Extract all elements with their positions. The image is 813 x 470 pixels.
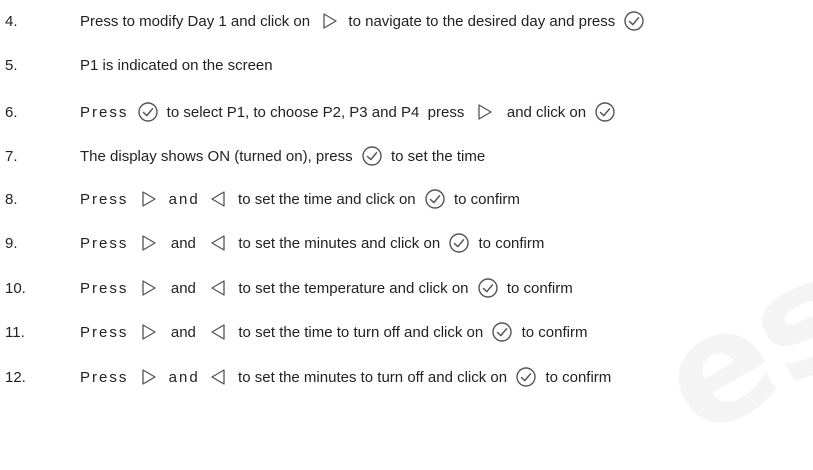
play-right-icon xyxy=(136,276,160,300)
step-number: 9. xyxy=(5,234,18,252)
step-text: Press and to set the minutes to turn off… xyxy=(80,365,611,389)
play-right-icon xyxy=(136,365,160,389)
checkmark-circle-icon xyxy=(447,231,471,255)
step-text-segment: and xyxy=(162,323,205,341)
step-text-segment: Press xyxy=(80,103,129,121)
checkmark-circle-icon xyxy=(360,144,384,168)
step-text-segment: and xyxy=(162,234,205,252)
step-text-segment xyxy=(128,104,132,121)
step-text: Press and to set the minutes and click o… xyxy=(80,231,544,255)
step-text-segment: The display shows ON (turned on), press xyxy=(80,147,357,165)
step-number: 5. xyxy=(5,56,18,74)
play-right-icon xyxy=(136,231,160,255)
step-text-segment xyxy=(128,280,132,297)
step-text-segment: to confirm xyxy=(517,323,588,341)
step-text-segment: P1 is indicated on the screen xyxy=(80,56,273,74)
step-text-segment xyxy=(200,369,204,386)
step-text: P1 is indicated on the screen xyxy=(80,57,273,74)
step-text-segment: Press to modify Day 1 and click on xyxy=(80,12,315,30)
step-text: Press and to set the temperature and cli… xyxy=(80,276,573,300)
step-text: The display shows ON (turned on), press … xyxy=(80,144,485,168)
step-text-segment: to set the minutes to turn off and click… xyxy=(233,368,512,386)
step-number: 6. xyxy=(5,103,18,121)
step-text-segment: Press xyxy=(80,323,129,341)
step-text-segment: and xyxy=(162,279,205,297)
step-number: 10. xyxy=(5,279,26,297)
step-text-segment: to confirm xyxy=(502,279,573,297)
step-text-segment: to navigate to the desired day and press xyxy=(344,12,620,30)
step-text-segment xyxy=(200,191,204,208)
step-text-segment: to confirm xyxy=(541,368,612,386)
play-left-icon xyxy=(207,320,231,344)
step-text-segment: Press xyxy=(80,190,129,208)
step-text-segment: to set the time to turn off and click on xyxy=(234,323,488,341)
play-right-icon xyxy=(472,100,496,124)
step-text-segment: to confirm xyxy=(449,190,520,208)
play-left-icon xyxy=(207,231,231,255)
step-text: Press and to set the time and click on t… xyxy=(80,187,520,211)
step-number: 7. xyxy=(5,147,18,165)
step-text: Press to select P1, to choose P2, P3 and… xyxy=(80,100,620,124)
play-right-icon xyxy=(136,320,160,344)
checkmark-circle-icon xyxy=(514,365,538,389)
play-left-icon xyxy=(207,365,231,389)
step-text: Press and to set the time to turn off an… xyxy=(80,320,587,344)
step-text-segment xyxy=(128,235,132,252)
checkmark-circle-icon xyxy=(622,9,646,33)
step-text: Press to modify Day 1 and click on to na… xyxy=(80,9,649,33)
step-text-segment: Press xyxy=(80,368,129,386)
step-number: 8. xyxy=(5,190,18,208)
checkmark-circle-icon xyxy=(593,100,617,124)
play-left-icon xyxy=(207,276,231,300)
step-number: 4. xyxy=(5,12,18,30)
step-text-segment: and xyxy=(162,190,200,208)
step-text-segment xyxy=(128,369,132,386)
play-right-icon xyxy=(136,187,160,211)
checkmark-circle-icon xyxy=(476,276,500,300)
checkmark-circle-icon xyxy=(136,100,160,124)
step-text-segment: and xyxy=(162,368,200,386)
step-text-segment: and click on xyxy=(498,103,591,121)
checkmark-circle-icon xyxy=(490,320,514,344)
step-number: 12. xyxy=(5,368,26,386)
play-left-icon xyxy=(207,187,231,211)
step-text-segment: to set the time and click on xyxy=(233,190,420,208)
step-text-segment: to confirm xyxy=(474,234,545,252)
step-number: 11. xyxy=(5,323,25,341)
step-text-segment: to set the minutes and click on xyxy=(234,234,445,252)
step-text-segment xyxy=(128,191,132,208)
play-right-icon xyxy=(317,9,341,33)
step-text-segment: to select P1, to choose P2, P3 and P4 pr… xyxy=(162,103,469,121)
step-text-segment: to set the time xyxy=(386,147,486,165)
step-text-segment: Press xyxy=(80,234,129,252)
step-text-segment: to set the temperature and click on xyxy=(234,279,473,297)
checkmark-circle-icon xyxy=(423,187,447,211)
step-text-segment: Press xyxy=(80,279,129,297)
step-text-segment xyxy=(128,324,132,341)
watermark: es xyxy=(631,224,813,470)
